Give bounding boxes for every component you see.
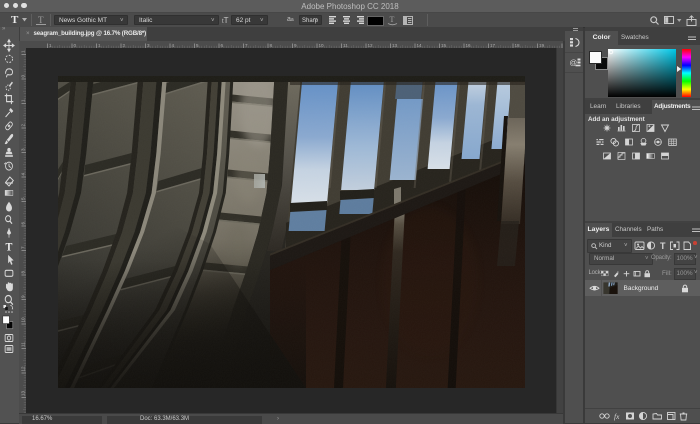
svg-text:8: 8	[21, 271, 26, 274]
svg-text:T: T	[38, 15, 44, 25]
svg-text:9: 9	[21, 295, 26, 298]
svg-text:fx: fx	[614, 412, 620, 421]
svg-text:7: 7	[21, 246, 26, 249]
svg-text:12: 12	[21, 366, 26, 372]
svg-text:T: T	[390, 15, 395, 24]
svg-text:5: 5	[21, 197, 26, 200]
svg-text:2: 2	[21, 124, 26, 127]
svg-text:1: 1	[21, 99, 26, 102]
svg-text:3: 3	[21, 148, 26, 151]
svg-text:6: 6	[21, 222, 26, 225]
svg-text:T: T	[6, 241, 13, 254]
svg-text:13: 13	[21, 390, 26, 396]
svg-text:0: 0	[21, 75, 26, 78]
svg-text:4: 4	[21, 173, 26, 176]
svg-text:10: 10	[21, 317, 26, 323]
svg-text:T: T	[660, 241, 666, 251]
svg-text:1: 1	[21, 50, 26, 53]
svg-text:11: 11	[21, 342, 26, 347]
